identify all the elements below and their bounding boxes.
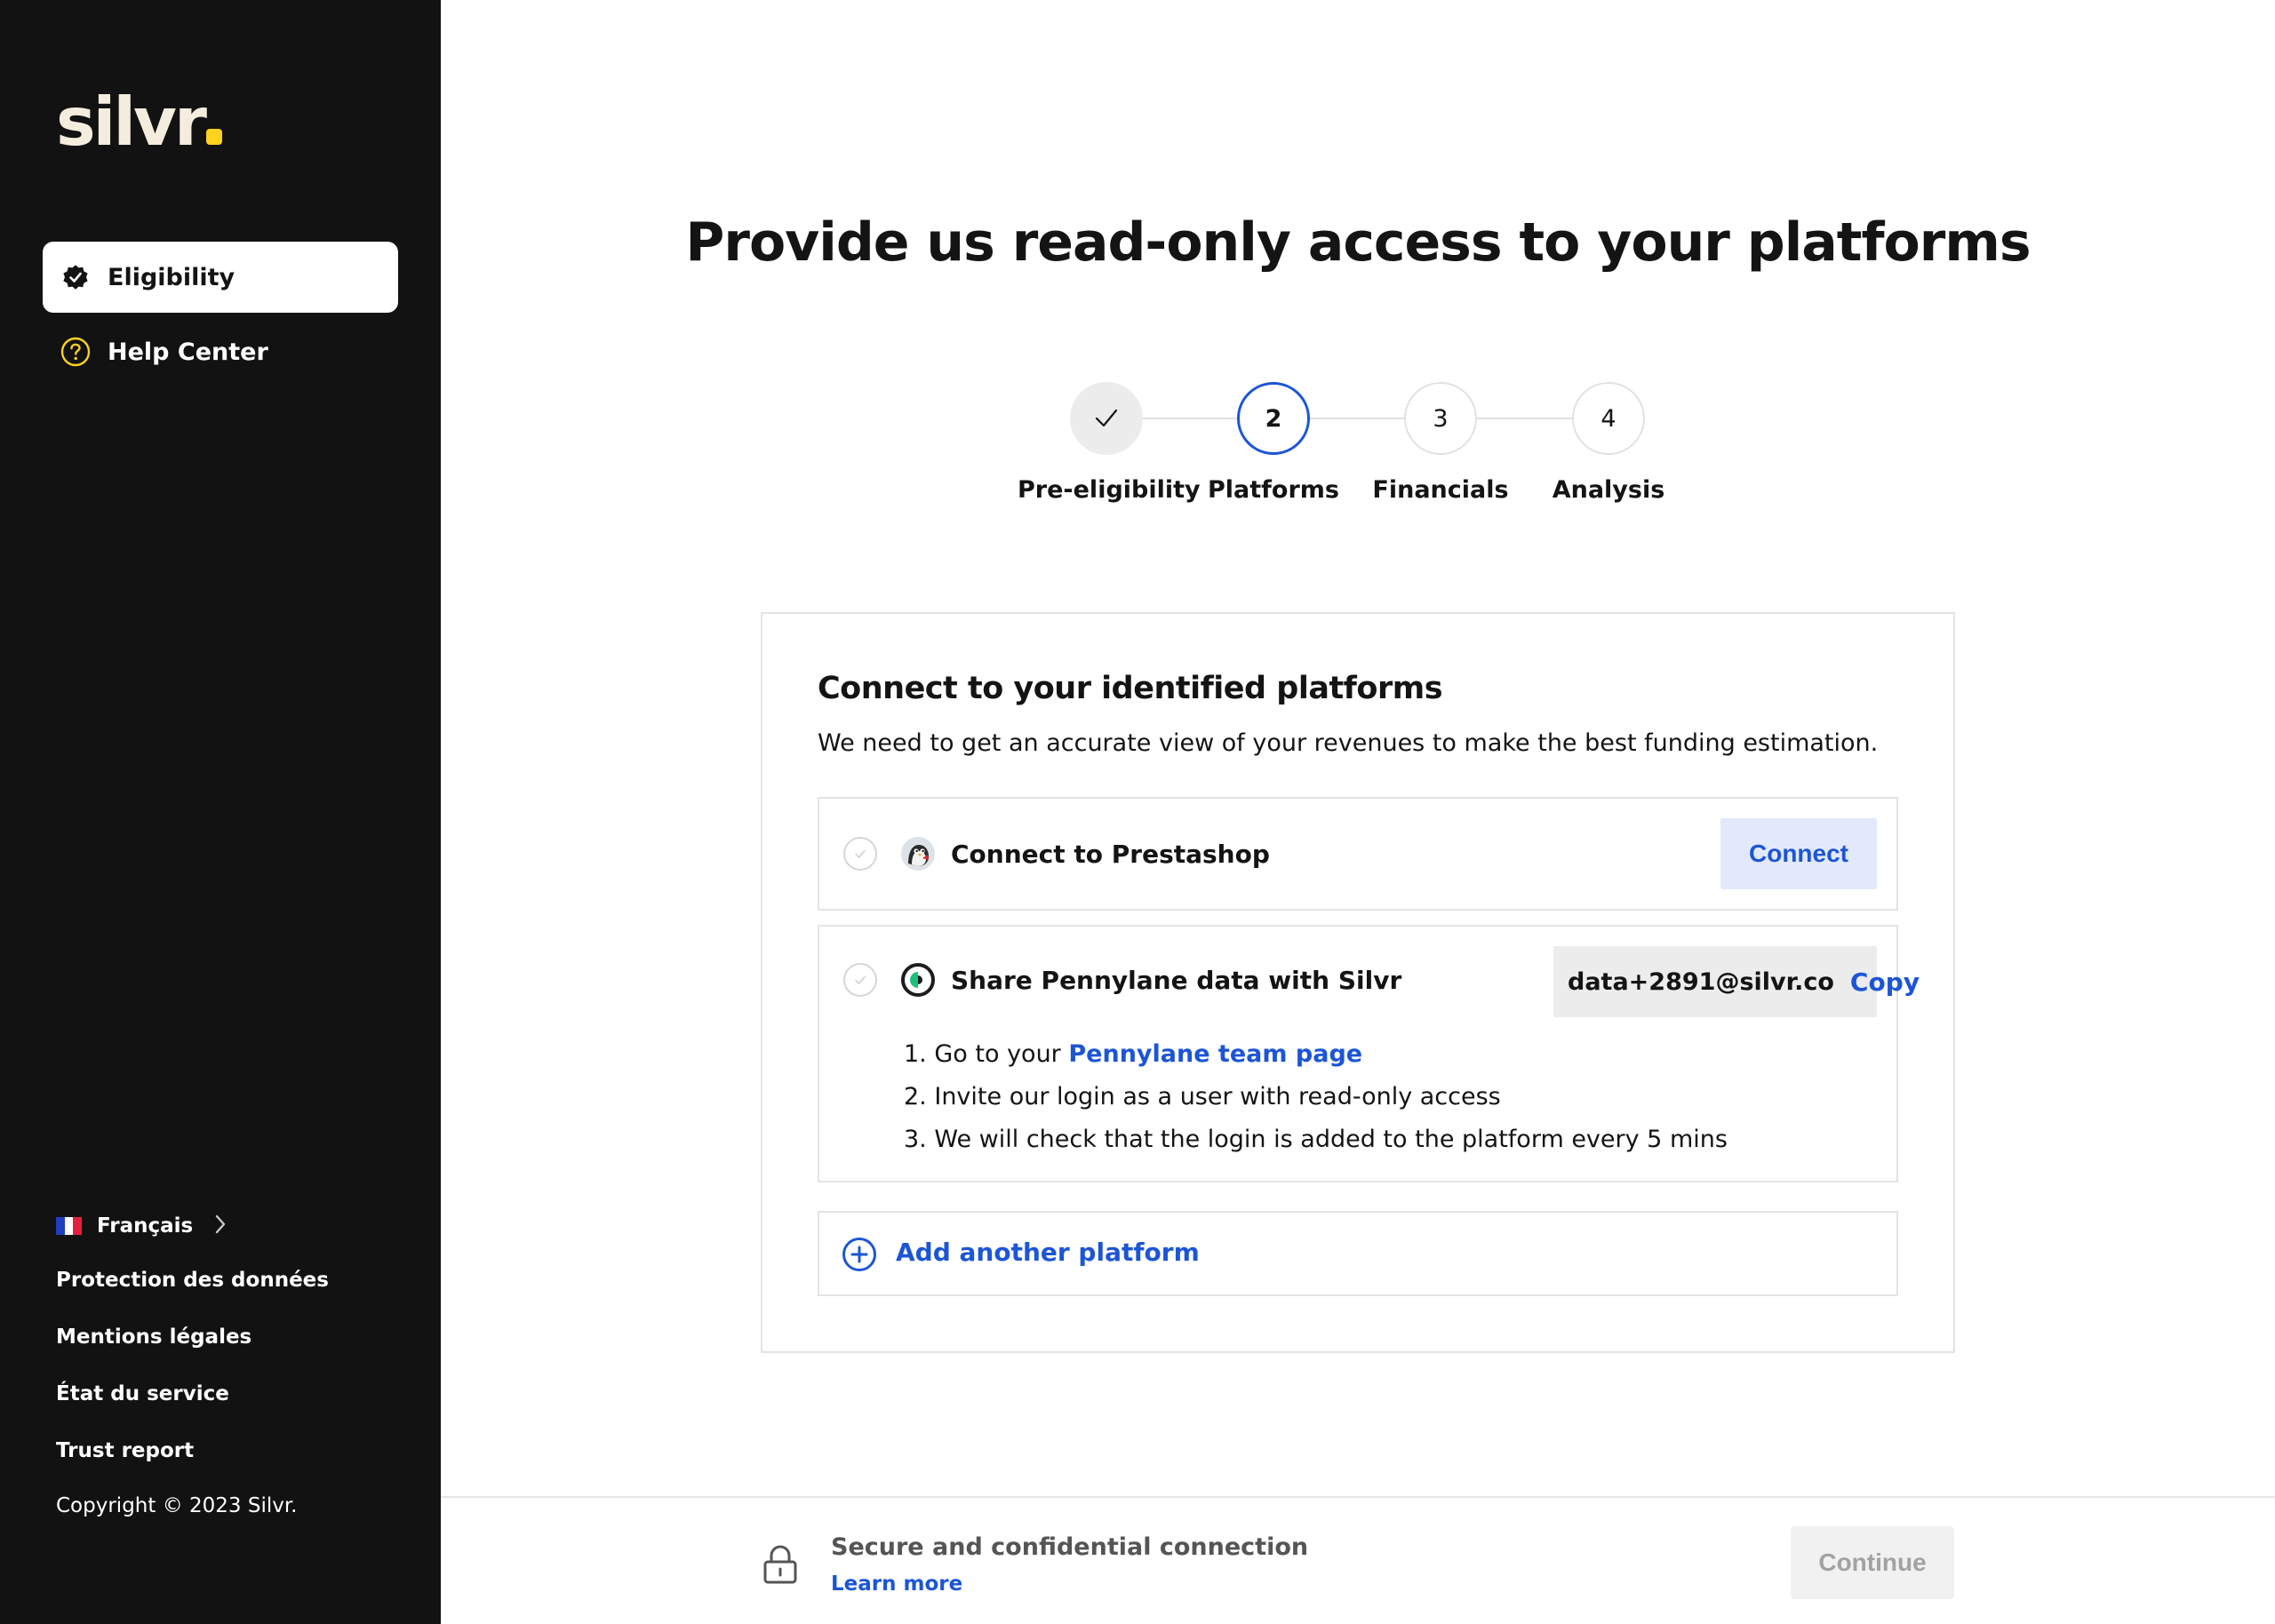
page-title: Provide us read-only access to your plat… [685,211,2031,274]
link-etat-du-service[interactable]: État du service [56,1382,229,1405]
lock-icon [762,1544,798,1585]
copyright-text: Copyright © 2023 Silvr. [56,1494,298,1517]
france-flag-icon [56,1217,83,1235]
check-badge-icon [60,262,91,292]
platform-row-pennylane: Share Pennylane data with Silvr data+289… [818,925,1920,1182]
step-pre-eligibility: Pre-eligibility [1018,382,1201,504]
link-mentions-legales[interactable]: Mentions légales [56,1325,251,1349]
add-platform-label: Add another platform [896,1238,1200,1267]
sidebar-item-label: Help Center [108,338,268,366]
login-email-box: data+2891@silvr.co Copy [1553,946,1920,1017]
status-check-icon [843,837,877,871]
step-number: 3 [1404,382,1477,455]
status-check-icon [843,963,877,997]
card-description: We need to get an accurate view of your … [818,729,1879,757]
logo-text: silvr [56,83,207,161]
connect-prestashop-button[interactable]: Connect [1720,818,1877,889]
continue-button[interactable]: Continue [1791,1526,1954,1599]
step-label: Analysis [1552,476,1665,504]
sidebar-item-label: Eligibility [108,263,235,291]
prestashop-icon [901,837,935,871]
learn-more-link[interactable]: Learn more [831,1572,962,1596]
instruction-number: 3. [904,1126,927,1153]
instruction-item: 1. Go to your Pennylane team page [904,1033,1728,1076]
sidebar-item-help-center[interactable]: Help Center [43,316,398,387]
language-label: Français [97,1214,194,1238]
link-protection-des-donnees[interactable]: Protection des données [56,1269,329,1292]
step-label: Pre-eligibility [1018,476,1201,504]
question-circle-icon [60,337,91,367]
step-analysis: 4 Analysis [1520,382,1697,504]
language-selector[interactable]: Français [56,1210,227,1242]
instruction-number: 2. [904,1083,927,1111]
step-platforms: 2 Platforms [1185,382,1362,504]
card-title: Connect to your identified platforms [818,671,1443,706]
instructions-list: 1. Go to your Pennylane team page 2. Inv… [904,1033,1728,1161]
secure-connection-text: Secure and confidential connection [831,1533,1309,1561]
chevron-right-icon [214,1214,227,1238]
silvr-logo[interactable]: silvr [56,82,222,162]
instruction-number: 1. [904,1040,927,1068]
checkmark-icon [1095,409,1118,427]
instruction-text: Invite our login as a user with read-onl… [934,1083,1501,1111]
platforms-card: Connect to your identified platforms We … [761,612,1955,1353]
instruction-text: Go to your [934,1040,1069,1068]
logo-dot [205,129,222,145]
footer-bar: Secure and confidential connection Learn… [441,1496,2275,1624]
step-label: Platforms [1208,476,1339,504]
step-number: 4 [1572,382,1645,455]
progress-stepper: Pre-eligibility 2 Platforms 3 Financials… [1013,382,1706,515]
step-financials: 3 Financials [1352,382,1529,504]
step-number: 2 [1237,382,1310,455]
copy-email-button[interactable]: Copy [1850,967,1920,997]
instruction-item: 2. Invite our login as a user with read-… [904,1076,1728,1118]
platform-name: Share Pennylane data with Silvr [951,966,1402,995]
platform-name: Connect to Prestashop [951,840,1270,869]
pennylane-icon [901,963,935,997]
add-another-platform-button[interactable]: Add another platform [818,1211,1898,1296]
sidebar-item-eligibility[interactable]: Eligibility [43,242,398,313]
step-label: Financials [1372,476,1509,504]
instruction-item: 3. We will check that the login is added… [904,1118,1728,1161]
platform-row-prestashop: Connect to Prestashop Connect [818,797,1898,911]
pennylane-team-page-link[interactable]: Pennylane team page [1068,1040,1362,1068]
step-done-circle [1070,382,1143,455]
login-email: data+2891@silvr.co [1568,967,1834,996]
plus-circle-icon [842,1237,877,1272]
link-trust-report[interactable]: Trust report [56,1439,194,1462]
sidebar: silvr Eligibility Help Center Français P… [0,0,441,1624]
instruction-text: We will check that the login is added to… [934,1126,1728,1153]
